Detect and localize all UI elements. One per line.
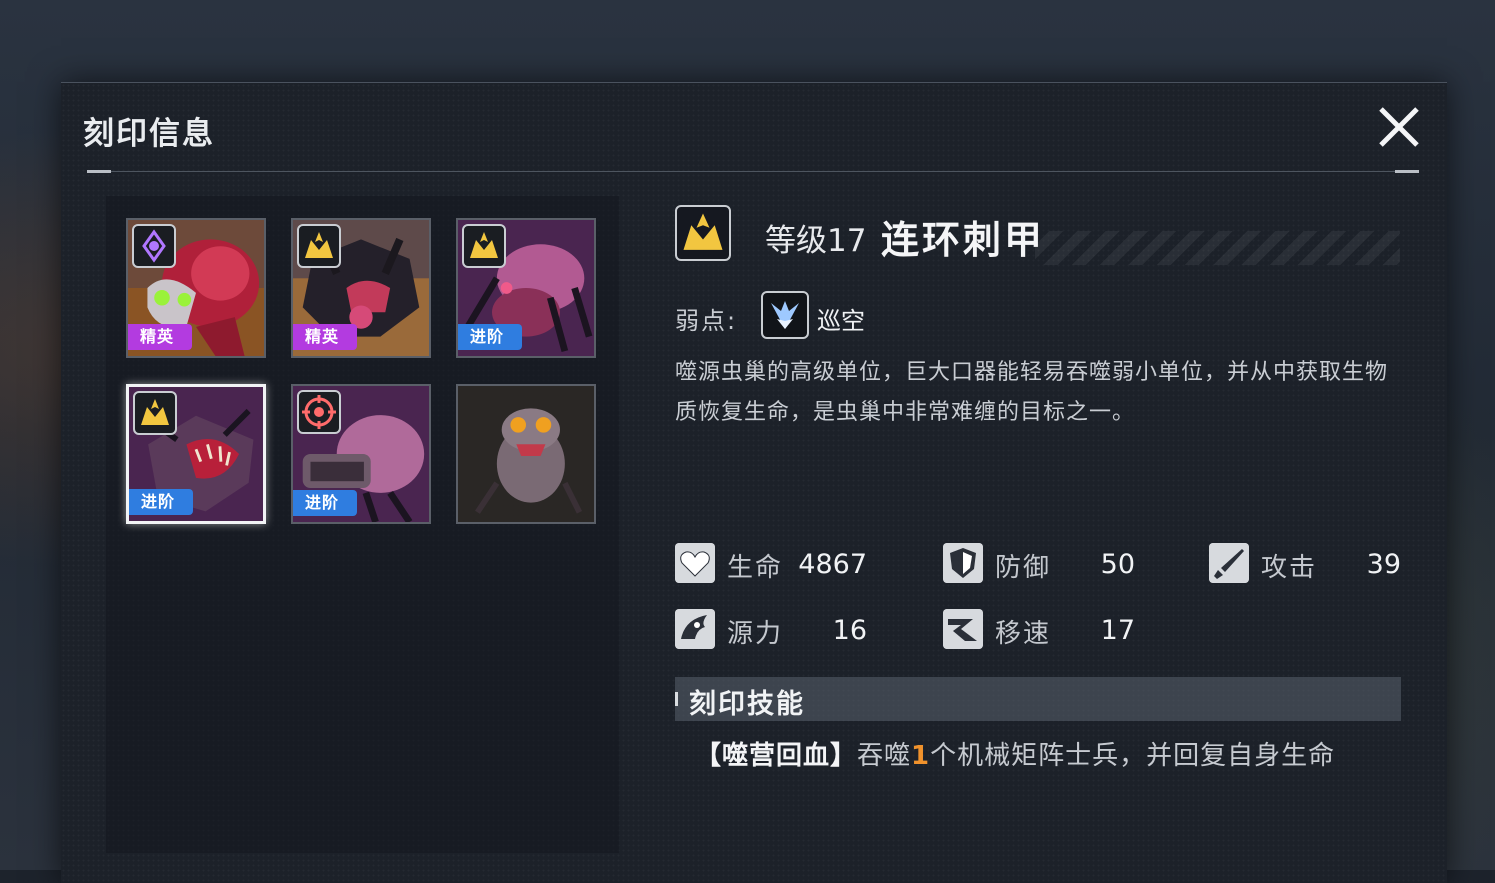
section-marker [675, 692, 678, 706]
heart-icon [675, 543, 715, 583]
stat-attack: 攻击 39 [1209, 543, 1405, 585]
aerial-wing-icon [761, 291, 809, 339]
elite-tag: 精英 [128, 324, 192, 350]
skill-name: 【噬营回血】 [695, 741, 858, 771]
skill-description: 【噬营回血】吞噬1个机械矩阵士兵，并回复自身生命 [695, 735, 1335, 772]
stat-value: 4867 [798, 549, 867, 580]
unit-card[interactable] [456, 384, 596, 524]
power-icon [675, 609, 715, 649]
stat-value: 16 [832, 615, 867, 646]
skill-section-header: 刻印技能 [675, 677, 1401, 721]
weakness-label: 弱点: [675, 307, 738, 335]
gold-rank-icon [133, 391, 177, 435]
stat-value: 39 [1366, 549, 1401, 580]
skill-number: 1 [911, 741, 931, 771]
small-spiky-bug-art [458, 386, 594, 522]
stat-label: 移速 [995, 619, 1052, 649]
divider-cap-right [1395, 170, 1419, 173]
stat-label: 防御 [995, 553, 1052, 583]
unit-name: 连环刺甲 [881, 218, 1046, 262]
stat-label: 生命 [727, 553, 784, 583]
unit-card[interactable]: 精英 [291, 218, 431, 358]
advanced-tag: 进阶 [129, 489, 193, 515]
stat-hp: 生命 4867 [675, 543, 895, 585]
unit-description: 噬源虫巢的高级单位，巨大口器能轻易吞噬弱小单位，并从中获取生物质恢复生命，是虫巢… [675, 360, 1389, 425]
unit-card-selected[interactable]: 进阶 [126, 384, 266, 524]
panel-title: 刻印信息 [83, 116, 215, 152]
elite-tag: 精英 [293, 324, 357, 350]
gold-rank-icon [297, 224, 341, 268]
stat-value: 50 [1100, 549, 1135, 580]
purple-rank-icon [132, 224, 176, 268]
stat-label: 源力 [727, 619, 784, 649]
stat-value: 17 [1100, 615, 1135, 646]
unit-card[interactable]: 精英 [126, 218, 266, 358]
weakness-value: 巡空 [817, 307, 865, 335]
skill-section-title: 刻印技能 [689, 689, 805, 720]
divider-cap-left [87, 170, 111, 173]
advanced-tag: 进阶 [458, 324, 522, 350]
unit-card[interactable]: 进阶 [456, 218, 596, 358]
unit-level: 等级17 [765, 223, 867, 259]
red-target-icon [297, 390, 341, 434]
stat-move-speed: 移速 17 [943, 609, 1163, 651]
advanced-tag: 进阶 [293, 490, 357, 516]
sword-icon [1209, 543, 1249, 583]
stat-source-power: 源力 16 [675, 609, 895, 651]
shield-icon [943, 543, 983, 583]
unit-grid: 精英 精英 进阶 进阶 进阶 [106, 196, 619, 853]
skill-text-before: 吞噬 [857, 741, 912, 771]
gold-rank-icon [675, 205, 731, 261]
unit-card[interactable]: 进阶 [291, 384, 431, 524]
close-icon[interactable] [1375, 103, 1423, 151]
stat-defense: 防御 50 [943, 543, 1163, 585]
imprint-info-panel: 刻印信息 精英 精英 进阶 进阶 进阶 等级17 连环刺甲 弱点: 巡空 噬源虫… [61, 82, 1447, 883]
speed-icon [943, 609, 983, 649]
header-divider [87, 171, 1419, 172]
stat-label: 攻击 [1261, 553, 1318, 583]
decorative-chevrons [1035, 231, 1400, 265]
skill-text-after: 个机械矩阵士兵，并回复自身生命 [930, 741, 1336, 771]
gold-rank-icon [462, 224, 506, 268]
